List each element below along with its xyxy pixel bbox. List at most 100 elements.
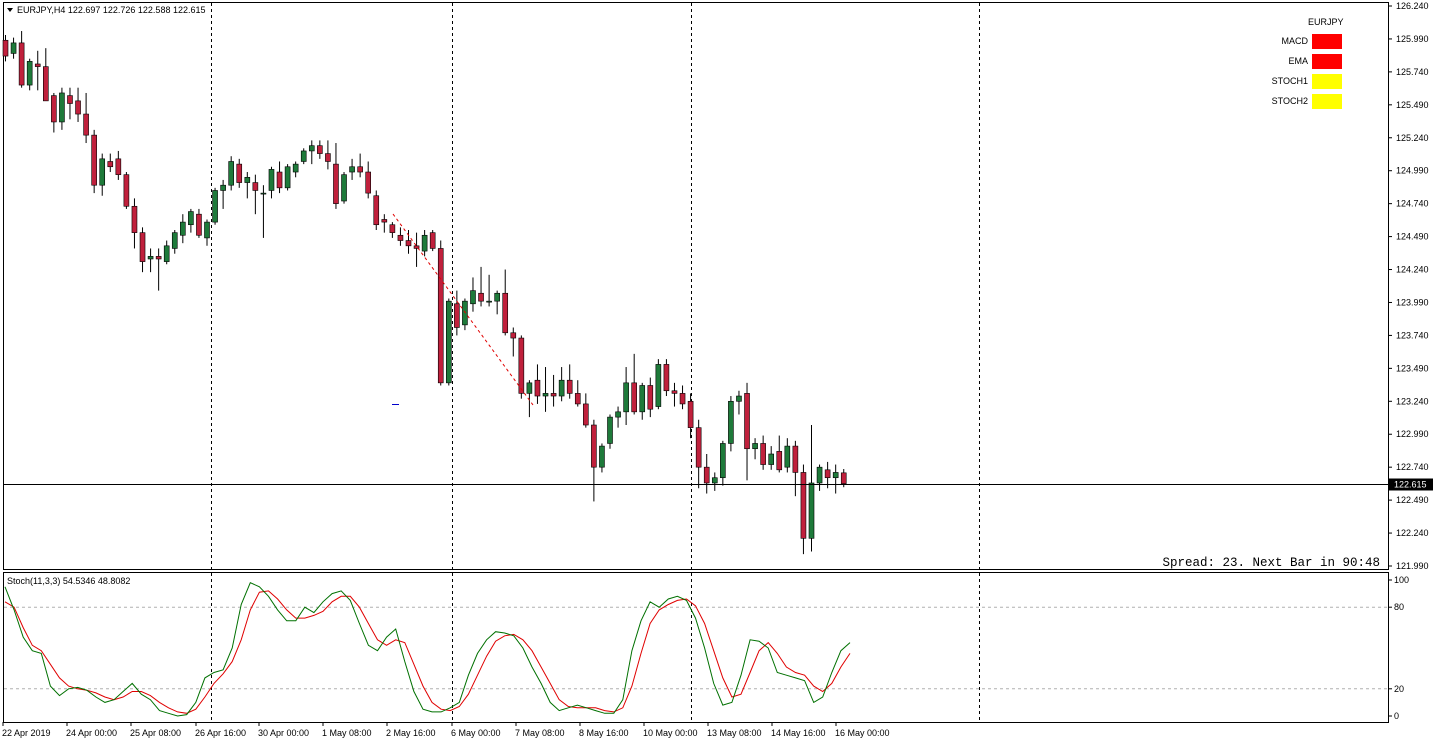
candle-body — [744, 393, 750, 450]
candle-body — [631, 382, 637, 413]
candle-body — [840, 472, 847, 484]
time-tick-label: 14 May 16:00 — [771, 728, 826, 738]
candle-body — [107, 161, 114, 168]
candle-body — [454, 303, 460, 328]
candle-body — [574, 393, 581, 405]
candle-body — [591, 424, 597, 468]
candle-body — [284, 166, 291, 189]
candles — [2, 31, 847, 555]
candle-body — [188, 211, 194, 226]
candle-body — [405, 240, 412, 247]
candle-body — [91, 134, 97, 186]
candle-body — [760, 443, 766, 465]
candle-body — [824, 469, 831, 479]
stoch-tick-label: 80 — [1394, 602, 1404, 612]
candle-body — [599, 445, 605, 468]
candle-body — [26, 61, 33, 86]
candle-body — [607, 416, 613, 444]
candle-body — [204, 221, 210, 239]
candle-body — [51, 95, 57, 123]
candle-body — [300, 150, 307, 162]
time-tick-label: 2 May 16:00 — [386, 728, 436, 738]
time-tick-label: 26 Apr 16:00 — [195, 728, 246, 738]
panel-title: EURJPY — [1308, 17, 1344, 27]
dropdown-triangle-icon[interactable] — [7, 8, 13, 12]
chart-canvas[interactable]: 126.240 125.990 125.740 125.490 125.240 124.9… — [0, 0, 1436, 744]
candle-body — [583, 403, 589, 426]
price-tick-label: 122.990 — [1396, 429, 1429, 439]
signal-row-stoch2: STOCH2 — [1240, 94, 1360, 110]
candle-body — [357, 166, 363, 173]
candle-body — [155, 256, 162, 260]
candle-body — [526, 382, 533, 394]
signal-label: MACD — [1281, 36, 1309, 46]
price-tick-label: 121.990 — [1396, 561, 1429, 571]
time-tick-label: 22 Apr 2019 — [2, 728, 51, 738]
period-separators — [211, 3, 980, 722]
stoch-tick-label: 0 — [1394, 711, 1399, 721]
candle-body — [292, 163, 299, 173]
candle-body — [671, 390, 678, 394]
time-tick-label: 7 May 08:00 — [515, 728, 565, 738]
signal-row-macd: MACD — [1240, 34, 1360, 50]
price-tick-label: 125.990 — [1396, 34, 1429, 44]
chart-header: EURJPY,H4 122.697 122.726 122.588 122.61… — [17, 5, 206, 15]
candle-body — [462, 300, 468, 326]
candle-body — [429, 232, 436, 249]
signal-label: STOCH1 — [1271, 76, 1308, 86]
candle-body — [470, 290, 476, 305]
candle-body — [566, 379, 573, 394]
candle-body — [776, 451, 783, 471]
signal-box — [1312, 54, 1342, 69]
candle-body — [147, 256, 154, 260]
candle-body — [687, 400, 694, 428]
price-tick-label: 124.490 — [1396, 232, 1429, 242]
candle-body — [800, 472, 807, 539]
candle-body — [83, 113, 89, 136]
candle-body — [34, 63, 41, 67]
signal-box — [1312, 34, 1342, 49]
signal-box — [1312, 74, 1342, 89]
candle-body — [711, 477, 718, 484]
candle-body — [558, 379, 565, 397]
candle-body — [679, 393, 686, 405]
candle-body — [381, 219, 388, 223]
candle-body — [139, 232, 146, 262]
time-tick-label: 30 Apr 00:00 — [258, 728, 309, 738]
candle-body — [171, 232, 178, 249]
candle-body — [333, 163, 339, 204]
candle-body — [502, 292, 509, 334]
candle-body — [792, 445, 799, 473]
candle-body — [623, 382, 629, 413]
price-tick-label: 122.240 — [1396, 528, 1429, 538]
candle-body — [510, 332, 517, 339]
candle-body — [720, 443, 726, 479]
price-tick-label: 125.240 — [1396, 133, 1429, 143]
price-tick-label: 125.490 — [1396, 100, 1429, 110]
candle-body — [542, 393, 549, 397]
price-tick-label: 122.490 — [1396, 495, 1429, 505]
candle-body — [308, 145, 315, 152]
candle-body — [437, 248, 444, 384]
signal-row-stoch1: STOCH1 — [1240, 74, 1360, 90]
candle-body — [703, 466, 710, 484]
candle-body — [123, 174, 130, 207]
price-tick-label: 123.240 — [1396, 396, 1429, 406]
candle-body — [67, 95, 73, 104]
signal-label: STOCH2 — [1271, 96, 1308, 106]
candle-body — [115, 158, 122, 175]
candle-body — [832, 472, 839, 479]
candle-body — [752, 443, 758, 450]
candle-body — [180, 221, 186, 236]
time-axis: 22 Apr 2019 24 Apr 00:00 25 Apr 08:00 26 Ap… — [2, 722, 890, 738]
signal-panel: EURJPY MACD EMA STOCH1 STOCH2 — [1240, 16, 1360, 116]
candle-body — [252, 182, 259, 191]
spread-text: Spread: 23. Next Bar in 90:48 — [1162, 556, 1380, 570]
price-tick-label: 122.740 — [1396, 462, 1429, 472]
price-tick-label: 123.490 — [1396, 363, 1429, 373]
stoch-label: Stoch(11,3,3) 54.5346 48.8082 — [7, 576, 130, 586]
candle-body — [276, 171, 283, 189]
candle-body — [478, 292, 484, 302]
stoch-tick-label: 100 — [1394, 575, 1409, 585]
time-tick-label: 10 May 00:00 — [643, 728, 698, 738]
